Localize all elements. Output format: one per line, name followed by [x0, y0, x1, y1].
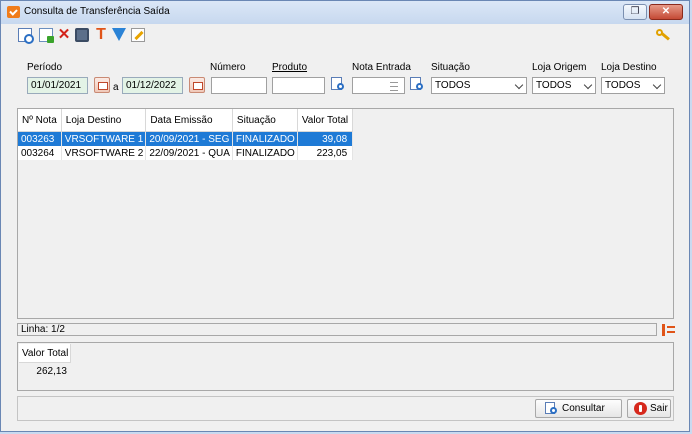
- total-value: 262,13: [19, 364, 71, 379]
- table-row[interactable]: 003264 VRSOFTWARE 2 22/09/2021 - QUA FIN…: [18, 146, 354, 160]
- cell-data-emissao: 22/09/2021 - QUA: [145, 146, 233, 160]
- numero-field[interactable]: [211, 77, 267, 94]
- nota-entrada-field[interactable]: [352, 77, 405, 94]
- chevron-down-icon: [652, 80, 662, 90]
- cell-situacao: FINALIZADO: [232, 131, 298, 146]
- total-label: Valor Total: [19, 344, 71, 363]
- calendar-icon[interactable]: [189, 77, 205, 93]
- search-icon: [545, 402, 559, 415]
- produto-search-icon[interactable]: [331, 77, 347, 93]
- tool-icon[interactable]: T: [94, 27, 108, 43]
- sort-icon[interactable]: [662, 324, 675, 336]
- col-numero-nota[interactable]: Nº Nota: [18, 109, 62, 132]
- situacao-value: TODOS: [435, 80, 471, 91]
- restore-button[interactable]: ❐: [623, 4, 647, 20]
- cell-valor-total: 39,08: [297, 131, 354, 146]
- chevron-down-icon: [514, 80, 524, 90]
- print-icon[interactable]: [75, 28, 89, 42]
- periodo-label: Período: [27, 62, 63, 73]
- equals-icon: [390, 82, 398, 91]
- loja-destino-select[interactable]: TODOS: [601, 77, 665, 94]
- app-icon: [7, 6, 20, 18]
- produto-label[interactable]: Produto: [272, 62, 307, 73]
- table-row[interactable]: 003263 VRSOFTWARE 1 20/09/2021 - SEG FIN…: [18, 131, 354, 146]
- status-line: Linha: 1/2: [17, 323, 657, 336]
- situacao-select[interactable]: TODOS: [431, 77, 527, 94]
- cell-data-emissao: 20/09/2021 - SEG: [145, 131, 233, 146]
- cell-situacao: FINALIZADO: [232, 146, 298, 160]
- col-loja-destino[interactable]: Loja Destino: [61, 109, 147, 132]
- col-situacao[interactable]: Situação: [232, 109, 298, 132]
- consultar-label: Consultar: [562, 403, 605, 414]
- delete-icon[interactable]: ✕: [57, 27, 71, 42]
- cell-numero-nota: 003264: [18, 146, 62, 160]
- date-from-field[interactable]: 01/01/2021: [27, 77, 88, 94]
- col-valor-total[interactable]: Valor Total: [297, 109, 354, 132]
- key-icon[interactable]: [656, 29, 670, 43]
- cell-loja-destino: VRSOFTWARE 1: [61, 131, 147, 146]
- totals-panel: Valor Total 262,13: [17, 342, 674, 391]
- results-table: Nº Nota Loja Destino Data Emissão Situaç…: [18, 109, 354, 160]
- col-data-emissao[interactable]: Data Emissão: [145, 109, 233, 132]
- cell-valor-total: 223,05: [297, 146, 354, 160]
- loja-destino-value: TODOS: [605, 80, 641, 91]
- sair-button[interactable]: Sair: [627, 399, 671, 418]
- filter-icon[interactable]: [112, 28, 126, 41]
- window-title: Consulta de Transferência Saída: [24, 6, 170, 17]
- produto-field[interactable]: [272, 77, 325, 94]
- footer-bar: Consultar Sair: [17, 396, 674, 421]
- consultar-button[interactable]: Consultar: [535, 399, 622, 418]
- range-separator: a: [113, 82, 119, 93]
- search-doc-icon[interactable]: [18, 28, 34, 44]
- results-grid[interactable]: Nº Nota Loja Destino Data Emissão Situaç…: [17, 108, 674, 319]
- close-button[interactable]: ✕: [649, 4, 683, 20]
- loja-origem-label: Loja Origem: [532, 62, 587, 73]
- calendar-icon[interactable]: [94, 77, 110, 93]
- exit-icon: [634, 402, 647, 415]
- nota-entrada-search-icon[interactable]: [410, 77, 426, 93]
- title-bar[interactable]: Consulta de Transferência Saída ❐ ✕: [1, 1, 689, 24]
- loja-origem-value: TODOS: [536, 80, 572, 91]
- situacao-label: Situação: [431, 62, 470, 73]
- numero-label: Número: [210, 62, 246, 73]
- date-to-field[interactable]: 01/12/2022: [122, 77, 183, 94]
- linha-indicator: Linha: 1/2: [21, 324, 65, 335]
- sair-label: Sair: [650, 403, 668, 414]
- main-window: Consulta de Transferência Saída ❐ ✕ ✕ T …: [0, 0, 690, 432]
- cell-numero-nota: 003263: [18, 131, 62, 146]
- edit-icon[interactable]: [131, 28, 145, 42]
- new-doc-icon[interactable]: [39, 28, 54, 43]
- loja-origem-select[interactable]: TODOS: [532, 77, 596, 94]
- client-area: ✕ T Período Número Produto Nota Entrada …: [6, 24, 684, 427]
- nota-entrada-label: Nota Entrada: [352, 62, 411, 73]
- loja-destino-label: Loja Destino: [601, 62, 657, 73]
- grid-header-row: Nº Nota Loja Destino Data Emissão Situaç…: [18, 109, 354, 132]
- cell-loja-destino: VRSOFTWARE 2: [61, 146, 147, 160]
- chevron-down-icon: [583, 80, 593, 90]
